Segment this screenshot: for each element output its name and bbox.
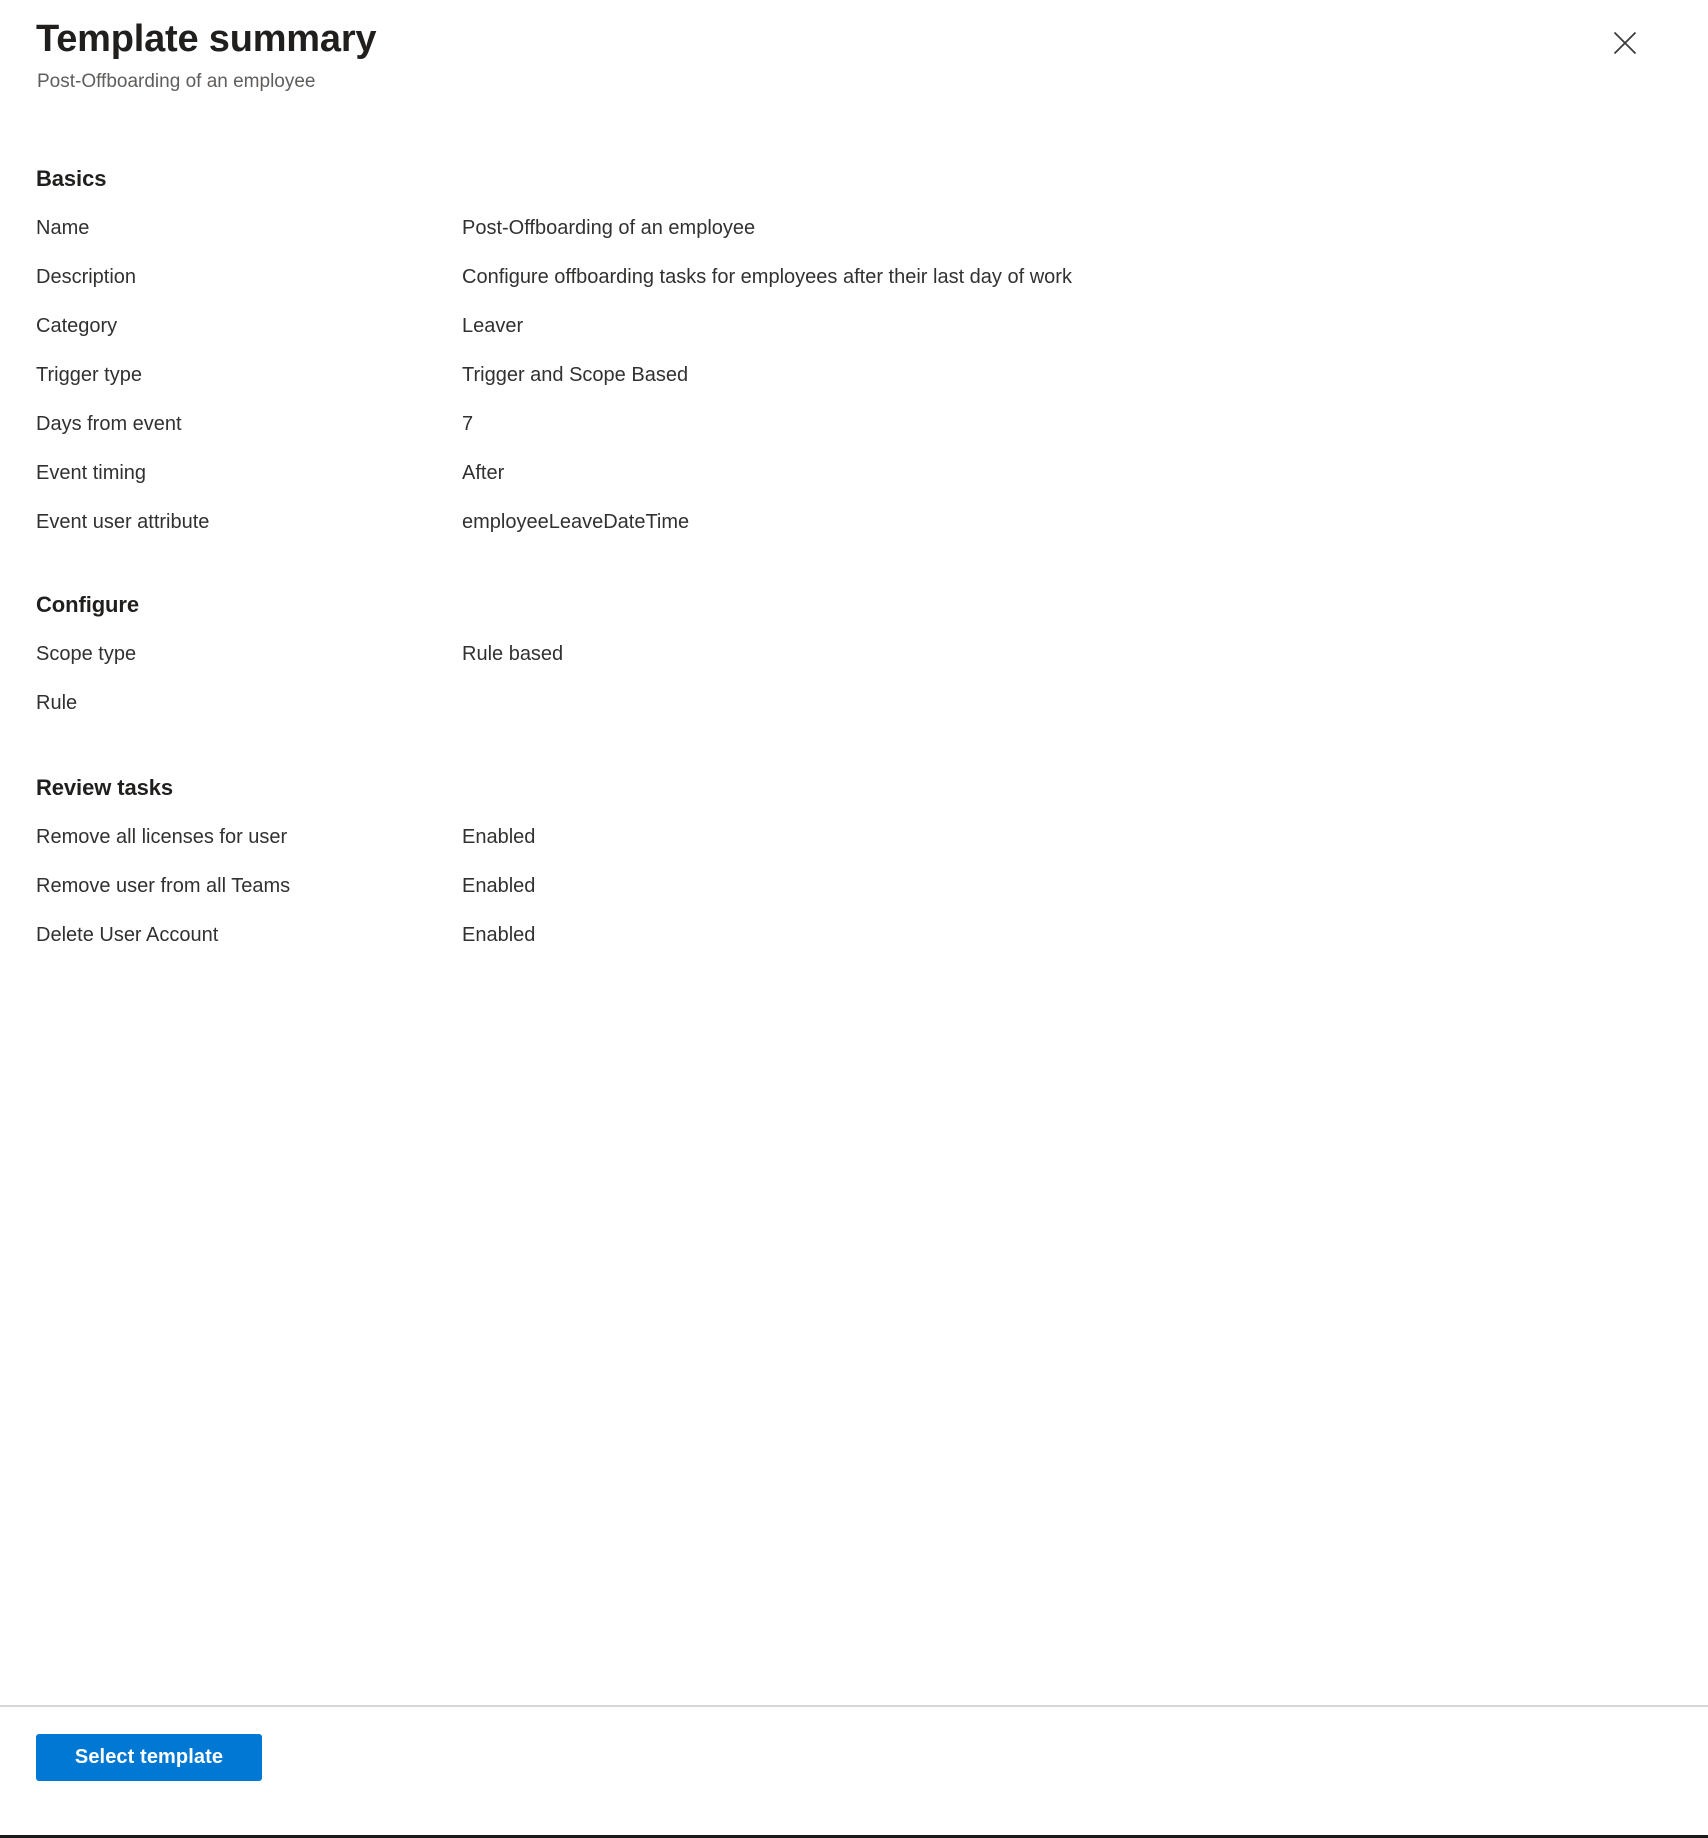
- task-status: Enabled: [462, 875, 536, 898]
- row-value: 7: [462, 413, 474, 436]
- row-label: Scope type: [36, 643, 137, 666]
- row-label: Description: [36, 266, 137, 289]
- row-value: Rule based: [462, 643, 564, 666]
- panel-header: Template summary Post-Offboarding of an …: [0, 0, 1708, 94]
- summary-row-event-user-attribute: Event user attribute employeeLeaveDateTi…: [36, 509, 1672, 536]
- summary-row-category: Category Leaver: [36, 313, 1672, 340]
- summary-row-description: Description Configure offboarding tasks …: [36, 264, 1672, 291]
- close-icon: [1612, 30, 1638, 56]
- section-configure: Configure Scope type Rule based Rule: [36, 592, 1672, 717]
- task-label: Remove all licenses for user: [36, 826, 288, 849]
- summary-row-rule: Rule: [36, 690, 1672, 717]
- template-summary-panel: Template summary Post-Offboarding of an …: [0, 0, 1708, 1838]
- row-label: Event timing: [36, 462, 147, 485]
- summary-row-trigger-type: Trigger type Trigger and Scope Based: [36, 362, 1672, 389]
- task-label: Delete User Account: [36, 924, 219, 947]
- task-label: Remove user from all Teams: [36, 875, 291, 898]
- row-label: Name: [36, 217, 90, 240]
- page-title: Template summary: [36, 18, 377, 60]
- section-review-tasks: Review tasks Remove all licenses for use…: [36, 775, 1672, 949]
- summary-row-scope-type: Scope type Rule based: [36, 641, 1672, 668]
- section-heading-review-tasks: Review tasks: [36, 775, 173, 801]
- summary-row-event-timing: Event timing After: [36, 460, 1672, 487]
- row-value: Trigger and Scope Based: [462, 364, 689, 387]
- row-value: Configure offboarding tasks for employee…: [462, 266, 1072, 289]
- task-row-remove-user-from-teams: Remove user from all Teams Enabled: [36, 873, 1672, 900]
- close-button[interactable]: [1602, 20, 1648, 66]
- section-heading-configure: Configure: [36, 592, 139, 618]
- panel-footer: Select template: [0, 1705, 1708, 1835]
- row-label: Event user attribute: [36, 511, 210, 534]
- summary-row-name: Name Post-Offboarding of an employee: [36, 215, 1672, 242]
- task-status: Enabled: [462, 924, 536, 947]
- row-label: Rule: [36, 692, 78, 715]
- section-heading-basics: Basics: [36, 166, 107, 192]
- select-template-button[interactable]: Select template: [36, 1734, 262, 1781]
- page-subtitle: Post-Offboarding of an employee: [37, 70, 316, 92]
- row-label: Days from event: [36, 413, 182, 436]
- task-row-remove-all-licenses: Remove all licenses for user Enabled: [36, 824, 1672, 851]
- row-value: Post-Offboarding of an employee: [462, 217, 756, 240]
- summary-row-days-from-event: Days from event 7: [36, 411, 1672, 438]
- row-value: After: [462, 462, 505, 485]
- task-status: Enabled: [462, 826, 536, 849]
- row-label: Category: [36, 315, 118, 338]
- section-basics: Basics Name Post-Offboarding of an emplo…: [36, 166, 1672, 536]
- panel-content: Basics Name Post-Offboarding of an emplo…: [0, 94, 1708, 1705]
- row-label: Trigger type: [36, 364, 142, 387]
- row-value: employeeLeaveDateTime: [462, 511, 690, 534]
- row-value: Leaver: [462, 315, 524, 338]
- task-row-delete-user-account: Delete User Account Enabled: [36, 922, 1672, 949]
- row-value: [462, 690, 1672, 691]
